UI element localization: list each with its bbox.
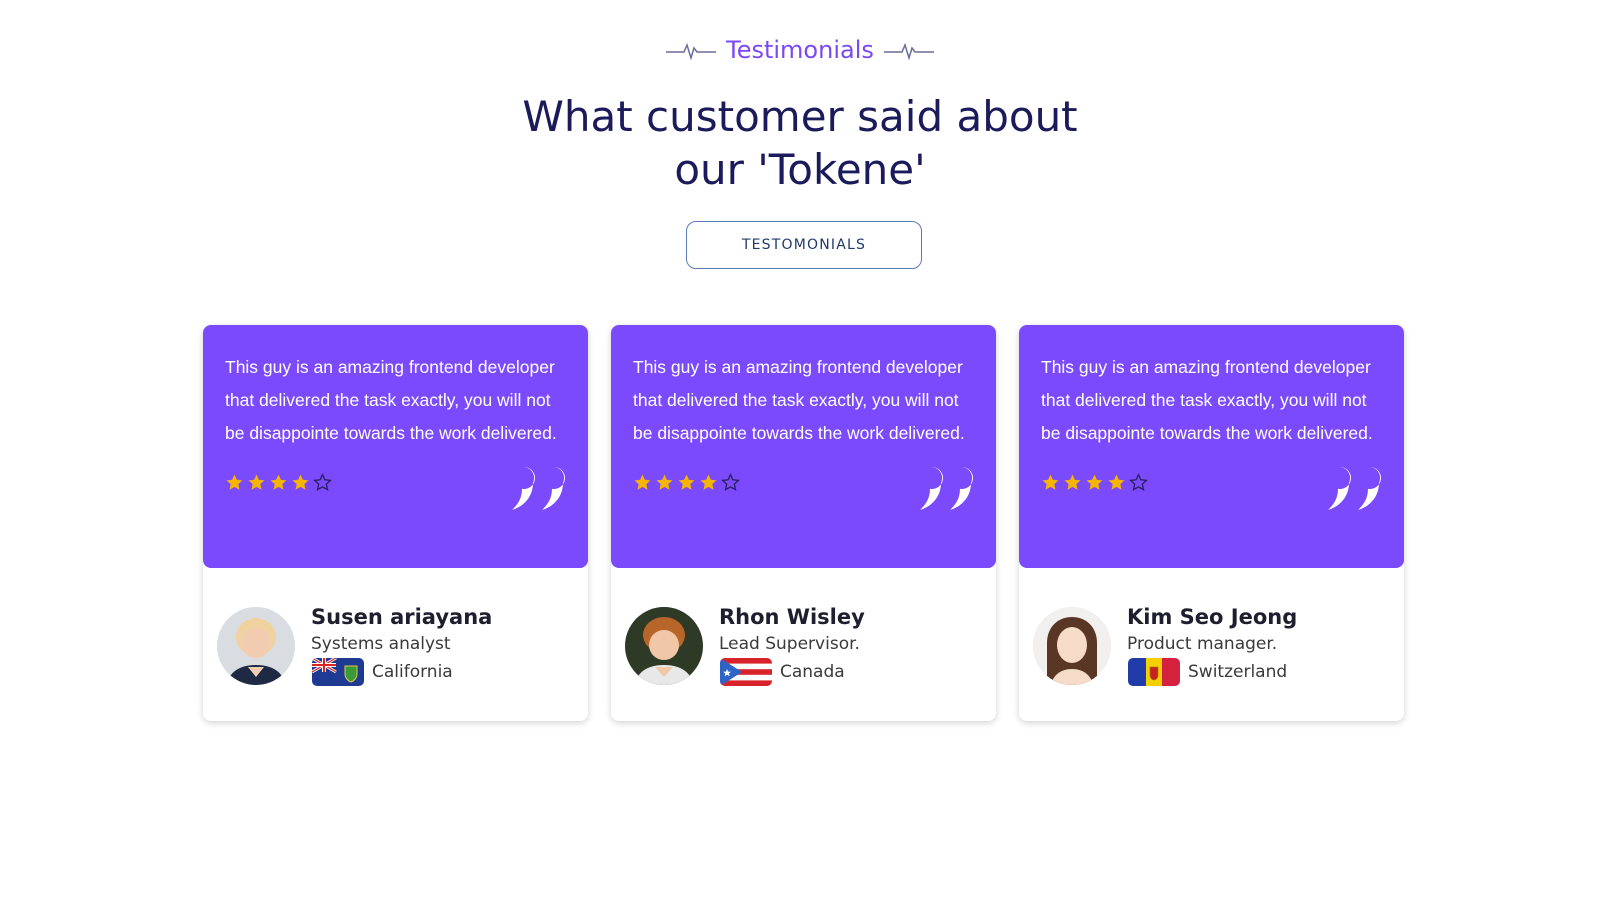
testimonial-card: This guy is an amazing frontend develope… [1019,325,1404,721]
andorra-flag-icon [1128,658,1180,686]
flag [720,658,772,686]
testimonial-quote: This guy is an amazing frontend develope… [225,357,557,443]
person-role: Product manager. [1127,634,1278,654]
quote-mark-icon [1328,467,1381,510]
section-tag: Testimonials [0,36,1600,64]
avatar-photo-icon [217,607,295,685]
testimonial-card: This guy is an amazing frontend develope… [203,325,588,721]
star-filled-icon [678,474,695,490]
avatar [625,607,703,685]
quote-mark-icon [920,467,973,510]
flag [312,658,364,686]
star-rating [225,473,332,492]
person-name: Kim Seo Jeong [1127,605,1298,629]
testimonial-card: This guy is an amazing frontend develope… [611,325,996,721]
section-headline: What customer said about our 'Tokene' [0,90,1600,196]
quote-mark-icon [512,467,565,510]
star-filled-icon [226,474,243,490]
star-filled-icon [1086,474,1103,490]
star-empty-icon [1129,473,1148,491]
pulse-line-icon [883,42,934,60]
avatar-photo-icon [625,607,703,685]
star-filled-icon [248,474,265,490]
star-empty-icon [313,473,332,491]
avatar-photo-icon [1033,607,1111,685]
star-filled-icon [1042,474,1059,490]
avatar [217,607,295,685]
star-filled-icon [1108,474,1125,490]
pulse-line-icon [666,42,717,60]
testimonial-quote-panel: This guy is an amazing frontend develope… [1019,325,1404,568]
testimonial-quote: This guy is an amazing frontend develope… [633,357,965,443]
person-role: Lead Supervisor. [719,634,860,654]
testimonial-quote-panel: This guy is an amazing frontend develope… [203,325,588,568]
pitcairn-islands-flag-icon [312,658,364,686]
testimonial-quote-panel: This guy is an amazing frontend develope… [611,325,996,568]
person-location: Canada [780,662,845,682]
star-rating [1041,473,1148,492]
star-filled-icon [656,474,673,490]
person-name: Susen ariayana [311,605,493,629]
star-filled-icon [700,474,717,490]
section-tag-label: Testimonials [726,36,874,64]
avatar [1033,607,1111,685]
star-empty-icon [721,473,740,491]
testimonial-quote: This guy is an amazing frontend develope… [1041,357,1373,443]
star-filled-icon [292,474,309,490]
star-rating [633,473,740,492]
star-filled-icon [1064,474,1081,490]
person-role: Systems analyst [311,634,451,654]
headline-line-1: What customer said about [522,92,1078,141]
person-location: California [372,662,453,682]
person-location: Switzerland [1188,662,1288,682]
headline-line-2: our 'Tokene' [674,145,926,194]
star-filled-icon [270,474,287,490]
puerto-rico-flag-icon [720,658,772,686]
flag [1128,658,1180,686]
testimonials-tab-button[interactable]: TESTOMONIALS [686,221,922,269]
star-filled-icon [634,474,651,490]
person-name: Rhon Wisley [719,605,865,629]
